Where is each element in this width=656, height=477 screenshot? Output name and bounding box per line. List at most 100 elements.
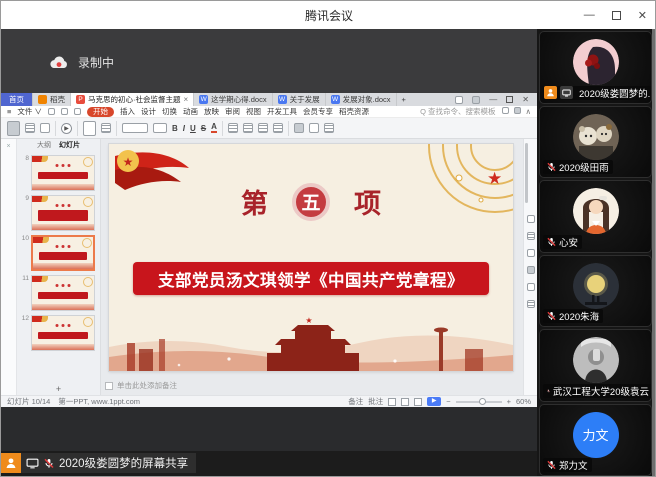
wps-minimize-button[interactable]: — xyxy=(489,95,497,104)
italic-button[interactable]: I xyxy=(183,124,185,133)
menu-item-view[interactable]: 视图 xyxy=(246,106,261,117)
help-icon[interactable] xyxy=(527,283,535,291)
menu-item-slideshow[interactable]: 放映 xyxy=(204,106,219,117)
sorter-view-icon[interactable] xyxy=(401,398,409,406)
comments-toggle[interactable]: 批注 xyxy=(368,396,383,407)
zoom-in-button[interactable]: + xyxy=(507,397,511,406)
reading-view-icon[interactable] xyxy=(414,398,422,406)
tab-doc3[interactable]: W 发展对象.docx xyxy=(326,93,397,106)
animation-pane-icon[interactable] xyxy=(527,232,535,240)
share-label-text: 2020级娄圆梦的屏幕共享 xyxy=(59,455,188,471)
tab-wps-home[interactable]: 首页 xyxy=(1,93,33,106)
thumbnail-row: 10 xyxy=(19,235,98,271)
file-menu[interactable]: 文件 ∨ xyxy=(17,106,42,117)
current-slide[interactable]: ★ ★ 第 五 xyxy=(109,144,513,371)
shape-outline-icon[interactable] xyxy=(309,123,319,133)
wps-maximize-button[interactable] xyxy=(506,96,513,103)
tab-active-ppt[interactable]: P 马克思的初心·社会监督主题 × xyxy=(71,93,194,106)
participant-name: 武汉工程大学20级袁云 xyxy=(553,384,649,398)
font-family-select[interactable] xyxy=(122,123,148,133)
add-slide-button[interactable]: + xyxy=(17,384,100,394)
bullet-list-icon[interactable] xyxy=(258,123,268,133)
tab-doc1[interactable]: W 这学期心得.docx xyxy=(194,93,272,106)
new-slide-button[interactable] xyxy=(83,121,96,136)
tab-doc2[interactable]: W 关于发展 xyxy=(273,93,326,106)
participant-tile[interactable]: 心安 xyxy=(539,180,652,253)
print-icon[interactable] xyxy=(61,108,68,115)
workspace-icon[interactable] xyxy=(472,96,480,104)
menu-item-review[interactable]: 审阅 xyxy=(225,106,240,117)
participant-tile[interactable]: 2020朱海 xyxy=(539,255,652,328)
tab-close-icon[interactable]: × xyxy=(184,95,189,104)
cut-copy-icons[interactable] xyxy=(25,123,35,133)
slide-layout-button[interactable] xyxy=(101,123,111,133)
align-left-icon[interactable] xyxy=(228,123,238,133)
normal-view-icon[interactable] xyxy=(388,398,396,406)
slide-thumbnail-11[interactable] xyxy=(31,275,95,311)
zoom-slider[interactable] xyxy=(456,401,502,403)
slides-tab[interactable]: 幻灯片 xyxy=(59,140,80,150)
window-titlebar: 腾讯会议 — ✕ xyxy=(1,1,656,29)
font-size-select[interactable] xyxy=(153,123,167,133)
text-direction-icon[interactable] xyxy=(324,123,334,133)
layout-switch-icon[interactable] xyxy=(455,96,463,104)
menu-item-docer-res[interactable]: 稻壳资源 xyxy=(339,106,369,117)
maximize-button[interactable] xyxy=(612,11,621,20)
slideshow-play-button[interactable]: ▶ xyxy=(427,397,441,406)
collaborate-icon[interactable] xyxy=(502,107,509,114)
undo-icon[interactable] xyxy=(74,108,81,115)
menu-item-devtools[interactable]: 开发工具 xyxy=(267,106,297,117)
participant-tile[interactable]: 力文 郑力文 xyxy=(539,404,652,477)
settings-icon[interactable] xyxy=(527,249,535,257)
avatar xyxy=(573,188,619,234)
slide-number-indicator: 幻灯片 10/14 xyxy=(7,396,50,407)
save-icon[interactable] xyxy=(48,108,55,115)
participant-tile[interactable]: 2020级娄圆梦的... xyxy=(539,31,652,104)
editor-scrollbar[interactable] xyxy=(525,143,528,203)
strikethrough-button[interactable]: S xyxy=(201,124,206,133)
share-doc-icon[interactable] xyxy=(514,107,521,114)
menu-item-member[interactable]: 会员专享 xyxy=(303,106,333,117)
zoom-out-button[interactable]: − xyxy=(446,397,450,406)
notes-toggle[interactable]: 备注 xyxy=(348,396,363,407)
shape-fill-icon[interactable] xyxy=(294,123,304,133)
command-search[interactable]: Q 查找命令、搜索模板 xyxy=(420,106,495,117)
new-tab-button[interactable]: + xyxy=(397,93,411,106)
minimize-button[interactable]: — xyxy=(584,9,595,21)
line-spacing-icon[interactable] xyxy=(273,123,283,133)
format-painter-icon[interactable] xyxy=(40,123,50,133)
slide-thumbnail-12[interactable] xyxy=(31,315,95,351)
properties-icon[interactable] xyxy=(527,215,535,223)
bold-button[interactable]: B xyxy=(172,124,178,133)
outline-tab[interactable]: 大纲 xyxy=(37,140,51,150)
play-from-start-button[interactable]: ▶ xyxy=(61,123,72,134)
tab-docer[interactable]: 稻壳 xyxy=(33,93,71,106)
underline-button[interactable]: U xyxy=(190,124,196,133)
menu-item-transition[interactable]: 切换 xyxy=(162,106,177,117)
screen-share-icon xyxy=(26,458,39,469)
participant-tile[interactable]: 2020级田雨 xyxy=(539,106,652,179)
comments-pane-icon[interactable] xyxy=(527,266,535,274)
wps-close-button[interactable]: ✕ xyxy=(522,95,529,104)
slide-thumbnail-10-selected[interactable] xyxy=(31,235,95,271)
close-button[interactable]: ✕ xyxy=(638,9,647,22)
window-title: 腾讯会议 xyxy=(305,7,353,24)
notes-placeholder[interactable]: 单击此处添加备注 xyxy=(105,380,177,391)
font-color-button[interactable]: A xyxy=(211,123,217,133)
ribbon-collapse-icon[interactable]: ∧ xyxy=(526,107,532,116)
paste-button[interactable] xyxy=(7,121,20,136)
menu-item-animation[interactable]: 动画 xyxy=(183,106,198,117)
menu-item-insert[interactable]: 插入 xyxy=(120,106,135,117)
menu-item-home[interactable]: 开始 xyxy=(87,107,114,117)
wps-tabbar: 首页 稻壳 P 马克思的初心·社会监督主题 × W 这学期心得.docx W 关… xyxy=(1,93,537,106)
align-center-icon[interactable] xyxy=(243,123,253,133)
more-tools-icon[interactable] xyxy=(527,300,535,308)
participant-tile[interactable]: 武汉工程大学20级袁云 xyxy=(539,329,652,402)
slide-thumbnail-9[interactable] xyxy=(31,195,95,231)
doc-file-icon: W xyxy=(331,95,340,104)
hamburger-menu-icon[interactable]: ≡ xyxy=(7,107,11,116)
sidebar-scrollbar[interactable] xyxy=(652,29,655,477)
participant-name: 2020朱海 xyxy=(559,309,599,323)
menu-item-design[interactable]: 设计 xyxy=(141,106,156,117)
slide-thumbnail-8[interactable] xyxy=(31,155,95,191)
